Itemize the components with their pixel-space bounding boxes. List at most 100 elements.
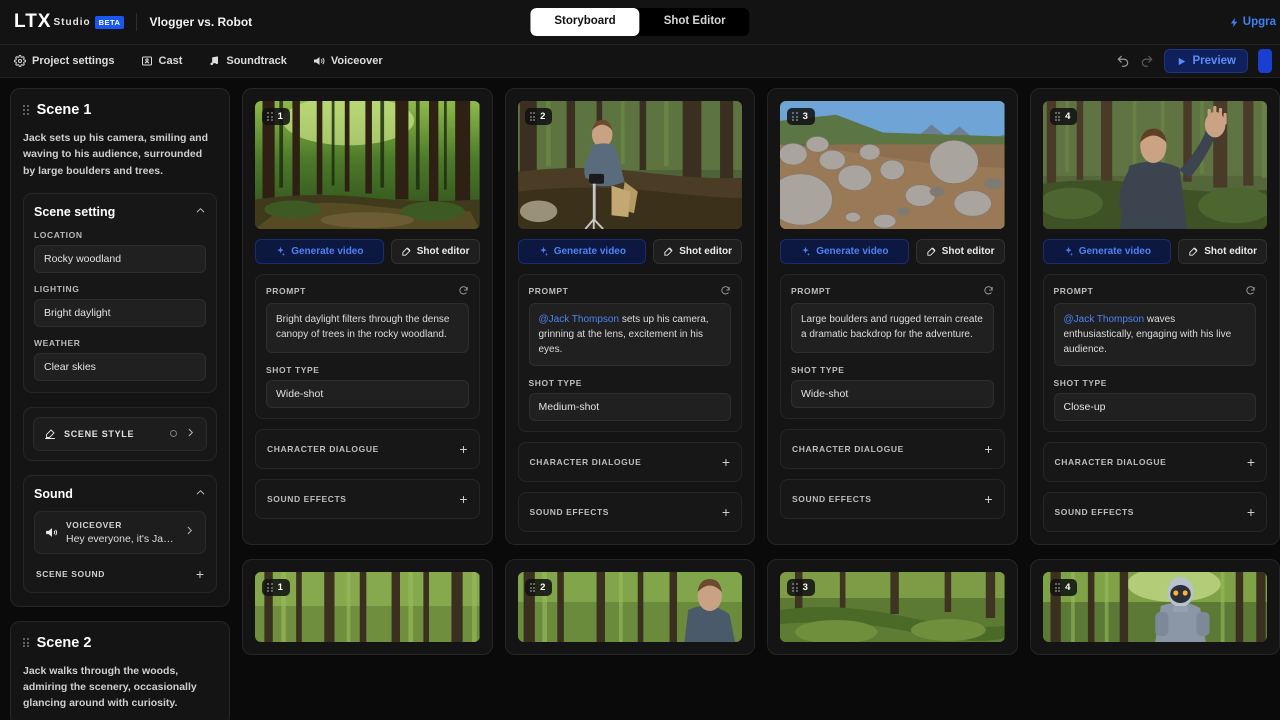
shot-thumbnail[interactable]: 1 xyxy=(255,101,480,229)
plus-icon[interactable]: + xyxy=(459,492,467,506)
generate-video-button[interactable]: Generate video xyxy=(517,239,647,264)
project-title[interactable]: Vlogger vs. Robot xyxy=(149,15,252,29)
upgrade-link[interactable]: Upgra xyxy=(1229,16,1276,28)
shot-thumbnail[interactable]: 1 xyxy=(255,572,480,642)
plus-icon[interactable]: + xyxy=(984,492,992,506)
sound-title: Sound xyxy=(34,486,73,501)
sound-effects-row[interactable]: SOUND EFFECTS + xyxy=(780,479,1005,519)
upgrade-label: Upgra xyxy=(1242,16,1276,28)
character-dialogue-row[interactable]: CHARACTER DIALOGUE + xyxy=(255,429,480,469)
prompt-input[interactable]: Large boulders and rugged terrain create… xyxy=(791,303,994,353)
shot-actions: Generate video Shot editor xyxy=(1042,239,1267,264)
prompt-input[interactable]: @Jack Thompson sets up his camera, grinn… xyxy=(528,303,731,366)
chevron-up-icon[interactable] xyxy=(195,487,206,501)
drag-handle-icon[interactable] xyxy=(267,111,273,122)
drag-handle-icon[interactable] xyxy=(792,111,798,122)
character-dialogue-row[interactable]: CHARACTER DIALOGUE + xyxy=(1042,442,1267,482)
shot-thumbnail[interactable]: 3 xyxy=(780,572,1005,642)
shot-number-badge[interactable]: 1 xyxy=(262,579,290,596)
drag-handle-icon[interactable] xyxy=(267,582,273,593)
sound-effects-row[interactable]: SOUND EFFECTS + xyxy=(255,479,480,519)
plus-icon[interactable]: + xyxy=(722,455,730,469)
shot-editor-button[interactable]: Shot editor xyxy=(1178,239,1267,264)
plus-icon[interactable]: + xyxy=(1247,505,1255,519)
shot-type-input[interactable]: Wide-shot xyxy=(266,380,469,408)
generate-video-button[interactable]: Generate video xyxy=(1042,239,1172,264)
scene-sound-row[interactable]: SCENE SOUND + xyxy=(34,567,206,581)
sound-effects-row[interactable]: SOUND EFFECTS + xyxy=(1042,492,1267,532)
plus-icon[interactable]: + xyxy=(459,442,467,456)
shot-type-input[interactable]: Wide-shot xyxy=(791,380,994,408)
refresh-icon[interactable] xyxy=(458,285,469,296)
shot-number-badge[interactable]: 3 xyxy=(787,579,815,596)
preview-dropdown-button[interactable] xyxy=(1258,49,1272,73)
redo-icon[interactable] xyxy=(1140,54,1154,68)
shot-number-badge[interactable]: 2 xyxy=(524,108,553,125)
shot-number-badge[interactable]: 4 xyxy=(1049,108,1078,125)
drag-handle-icon[interactable] xyxy=(23,638,29,648)
toolbar-item-soundtrack[interactable]: Soundtrack xyxy=(208,55,287,67)
shot-editor-button[interactable]: Shot editor xyxy=(915,239,1005,264)
generate-video-button[interactable]: Generate video xyxy=(780,239,909,264)
lighting-input[interactable]: Bright daylight xyxy=(34,298,206,327)
shot-type-input[interactable]: Medium-shot xyxy=(528,393,731,421)
drag-handle-icon[interactable] xyxy=(1054,111,1061,122)
shot-number-badge[interactable]: 1 xyxy=(262,108,290,125)
scene-2-description[interactable]: Jack walks through the woods, admiring t… xyxy=(23,663,217,712)
plus-icon[interactable]: + xyxy=(984,442,992,456)
drag-handle-icon[interactable] xyxy=(529,582,536,593)
drag-handle-icon[interactable] xyxy=(1054,582,1061,593)
plus-icon[interactable]: + xyxy=(1247,455,1255,469)
scene-style-button[interactable]: SCENE STYLE xyxy=(33,416,207,451)
app-logo[interactable]: LTX Studio BETA xyxy=(14,11,125,33)
shot-type-input[interactable]: Close-up xyxy=(1053,393,1256,421)
shot-thumbnail[interactable]: 4 xyxy=(1042,101,1267,229)
refresh-icon[interactable] xyxy=(1245,285,1256,296)
refresh-icon[interactable] xyxy=(720,285,731,296)
character-dialogue-row[interactable]: CHARACTER DIALOGUE + xyxy=(780,429,1005,469)
sound-effects-label: SOUND EFFECTS xyxy=(267,494,347,504)
shot-thumbnail[interactable]: 2 xyxy=(517,101,742,229)
toolbar-item-voiceover[interactable]: Voiceover xyxy=(313,55,383,67)
sound-card: Sound VOICEOVER Hey everyone, it's Jack … xyxy=(23,474,217,593)
view-mode-tabs[interactable]: Storyboard Shot Editor xyxy=(530,8,750,36)
shot-number: 2 xyxy=(540,111,546,122)
chevron-right-icon[interactable] xyxy=(185,427,196,441)
shot-thumbnail[interactable]: 3 xyxy=(780,101,1005,229)
drag-handle-icon[interactable] xyxy=(529,111,536,122)
shot-number-badge[interactable]: 4 xyxy=(1049,579,1078,596)
shot-number-badge[interactable]: 2 xyxy=(524,579,553,596)
drag-handle-icon[interactable] xyxy=(23,105,29,115)
preview-button[interactable]: Preview xyxy=(1163,49,1248,73)
weather-input[interactable]: Clear skies xyxy=(34,352,206,381)
generate-video-button[interactable]: Generate video xyxy=(255,239,384,264)
prompt-label: PROMPT xyxy=(266,285,306,296)
refresh-icon[interactable] xyxy=(983,285,994,296)
character-dialogue-row[interactable]: CHARACTER DIALOGUE + xyxy=(517,442,742,482)
sound-effects-row[interactable]: SOUND EFFECTS + xyxy=(517,492,742,532)
shot-editor-button[interactable]: Shot editor xyxy=(390,239,480,264)
sound-header[interactable]: Sound xyxy=(34,487,206,501)
scene-setting-header[interactable]: Scene setting xyxy=(34,205,206,219)
prompt-input[interactable]: Bright daylight filters through the dens… xyxy=(266,303,469,353)
chevron-up-icon[interactable] xyxy=(195,205,206,219)
scene-column: Scene 1 Jack sets up his camera, smiling… xyxy=(10,88,230,720)
chevron-right-icon[interactable] xyxy=(184,525,195,539)
toolbar-item-project-settings[interactable]: Project settings xyxy=(14,55,115,67)
plus-icon[interactable]: + xyxy=(196,567,204,581)
drag-handle-icon[interactable] xyxy=(792,582,798,593)
plus-icon[interactable]: + xyxy=(722,505,730,519)
shot-number-badge[interactable]: 3 xyxy=(787,108,815,125)
shot-thumbnail[interactable]: 2 xyxy=(517,572,742,642)
shot-editor-button[interactable]: Shot editor xyxy=(653,239,742,264)
toolbar-item-cast[interactable]: Cast xyxy=(141,55,182,67)
voiceover-row[interactable]: VOICEOVER Hey everyone, it's Jack her... xyxy=(34,510,206,554)
prompt-input[interactable]: @Jack Thompson waves enthusiastically, e… xyxy=(1053,303,1256,366)
tab-storyboard[interactable]: Storyboard xyxy=(530,8,640,36)
tab-shot-editor[interactable]: Shot Editor xyxy=(640,8,750,36)
location-input[interactable]: Rocky woodland xyxy=(34,244,206,273)
undo-icon[interactable] xyxy=(1116,54,1130,68)
shot-thumbnail[interactable]: 4 xyxy=(1042,572,1267,642)
scene-1-description[interactable]: Jack sets up his camera, smiling and wav… xyxy=(23,130,217,179)
prompt-header: PROMPT xyxy=(266,285,469,296)
